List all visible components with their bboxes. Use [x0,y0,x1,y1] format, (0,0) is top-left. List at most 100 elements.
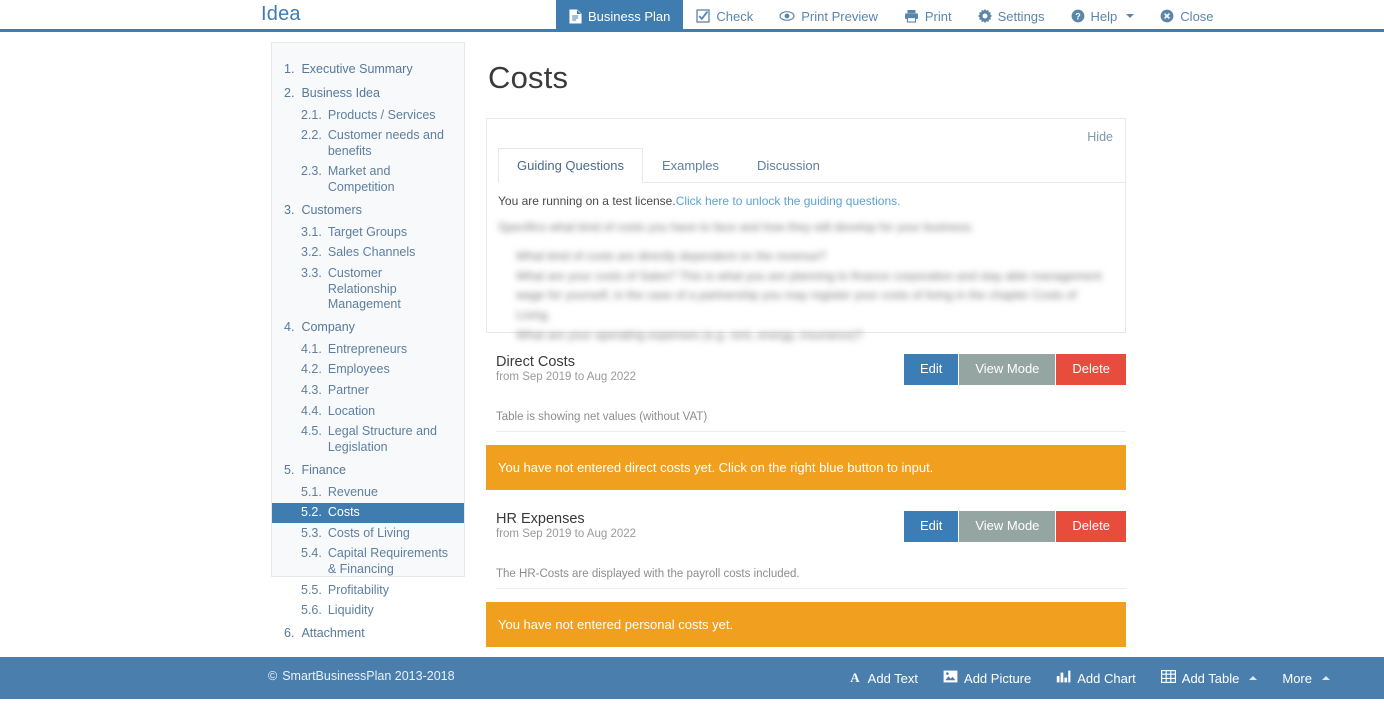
sidebar-item-attachment[interactable]: 6.Attachment [272,621,464,645]
section-hr-expenses: HR Expenses from Sep 2019 to Aug 2022 Ed… [486,511,1126,647]
add-picture-button[interactable]: Add Picture [943,670,1031,686]
add-text-label: Add Text [868,671,918,686]
chevron-up-icon [1249,676,1257,680]
nav-label-close: Close [1180,9,1213,24]
app-brand-title: Idea [261,3,301,26]
tab-examples[interactable]: Examples [643,148,738,183]
toc-label: Customer Relationship Management [328,266,454,313]
sidebar-item-costs[interactable]: 5.2.Costs [272,503,464,524]
view-mode-button-hr-expenses[interactable]: View Mode [959,511,1055,542]
main-nav-menu: Business Plan Check Print Preview Print [556,0,1227,32]
toc-label: Capital Requirements & Financing [328,546,454,577]
sidebar-item-entrepreneurs[interactable]: 4.1.Entrepreneurs [272,339,464,360]
toc-number: 2. [284,86,294,100]
toc-number: 4.2. [301,362,322,378]
nav-item-settings[interactable]: Settings [965,0,1058,32]
nav-item-check[interactable]: Check [683,0,766,32]
sidebar-item-products-services[interactable]: 2.1.Products / Services [272,105,464,126]
sidebar-item-revenue[interactable]: 5.1.Revenue [272,482,464,503]
toc-label: Attachment [301,626,454,640]
toc-number: 5.5. [301,583,322,599]
copyright-text: SmartBusinessPlan 2013-2018 [282,669,454,683]
toc-label: Costs [328,505,454,521]
nav-item-print[interactable]: Print [891,0,965,32]
section-header: HR Expenses from Sep 2019 to Aug 2022 Ed… [486,511,1126,557]
sidebar-item-profitability[interactable]: 5.5.Profitability [272,580,464,601]
toc-label: Customers [301,203,454,217]
guiding-tabs: Guiding Questions Examples Discussion [498,148,1125,183]
sidebar-item-customer-relationship-management[interactable]: 3.3.Customer Relationship Management [272,263,464,315]
nav-item-print-preview[interactable]: Print Preview [766,0,891,32]
nav-label-print-preview: Print Preview [801,9,878,24]
view-mode-button-direct-costs[interactable]: View Mode [959,354,1055,385]
nav-item-business-plan[interactable]: Business Plan [556,0,683,32]
add-table-label: Add Table [1182,671,1240,686]
toc-label: Liquidity [328,603,454,619]
sidebar-item-legal-structure-and-legislation[interactable]: 4.5.Legal Structure and Legislation [272,422,464,458]
nav-item-help[interactable]: ? Help [1058,0,1148,32]
sidebar-item-business-idea[interactable]: 2. Business Idea [272,81,464,105]
svg-text:?: ? [1075,11,1081,21]
toc-number: 3.2. [301,245,322,261]
close-circle-icon [1160,9,1174,23]
delete-button-direct-costs[interactable]: Delete [1056,354,1126,385]
edit-button-direct-costs[interactable]: Edit [904,354,958,385]
nav-label-check: Check [716,9,753,24]
chevron-down-icon [1126,14,1134,18]
license-notice: You are running on a test license.Click … [487,183,1125,208]
sidebar-item-customers[interactable]: 3.Customers [272,198,464,222]
locked-guiding-content: Specifics what kind of costs you have to… [487,208,1125,346]
sidebar-item-capital-requirements-financing[interactable]: 5.4.Capital Requirements & Financing [272,544,464,580]
toc-label: Legal Structure and Legislation [328,424,454,455]
hide-link[interactable]: Hide [1087,130,1113,144]
toc-label: Location [328,404,454,420]
tab-guiding-questions[interactable]: Guiding Questions [498,148,643,183]
add-text-button[interactable]: A Add Text [848,670,918,687]
section-button-group: Edit View Mode Delete [904,354,1126,385]
add-chart-button[interactable]: Add Chart [1056,670,1136,686]
sidebar-toc: 1.Executive Summary 2. Business Idea 2.1.Pr… [271,42,465,577]
toc-label: Products / Services [328,108,454,124]
more-button[interactable]: More [1282,671,1330,686]
sidebar-item-market-and-competition[interactable]: 2.3.Market and Competition [272,162,464,198]
sidebar-item-company[interactable]: 4.Company [272,315,464,339]
tab-discussion[interactable]: Discussion [738,148,839,183]
main-content: Costs Hide Guiding Questions Examples Di… [486,42,1126,662]
footer-toolbar: © SmartBusinessPlan 2013-2018 A Add Text… [0,657,1384,699]
bar-chart-icon [1056,670,1071,686]
edit-button-hr-expenses[interactable]: Edit [904,511,958,542]
add-table-button[interactable]: Add Table [1161,670,1258,686]
more-label: More [1282,671,1312,686]
toc-number: 4. [284,320,294,334]
toc-label: Business Idea [301,86,454,100]
sidebar-item-target-groups[interactable]: 3.1.Target Groups [272,222,464,243]
locked-line-1: What kind of costs are directly dependen… [498,247,1111,267]
sidebar-item-executive-summary[interactable]: 1.Executive Summary [272,57,464,81]
add-chart-label: Add Chart [1077,671,1136,686]
section-header: Direct Costs from Sep 2019 to Aug 2022 E… [486,354,1126,400]
nav-item-close[interactable]: Close [1147,0,1226,32]
sidebar-item-customer-needs-and-benefits[interactable]: 2.2.Customer needs and benefits [272,126,464,162]
sidebar-item-finance[interactable]: 5.Finance [272,458,464,482]
top-header-bar: Idea Business Plan Check Print Preview P… [0,0,1384,32]
locked-line-3: What are your operating expenses (e.g. r… [498,326,1111,346]
printer-icon [904,9,919,23]
sidebar-item-location[interactable]: 4.4.Location [272,401,464,422]
svg-text:A: A [850,670,860,684]
section-direct-costs: Direct Costs from Sep 2019 to Aug 2022 E… [486,354,1126,490]
license-notice-text: You are running on a test license. [498,194,676,208]
toc-list: 1.Executive Summary 2. Business Idea 2.1.Pr… [272,43,464,655]
table-grid-icon [1161,670,1176,686]
checkbox-icon [696,9,710,23]
delete-button-hr-expenses[interactable]: Delete [1056,511,1126,542]
locked-line-2: What are your costs of Sales? This is wh… [498,267,1111,326]
toc-number: 2.2. [301,128,322,159]
sidebar-item-partner[interactable]: 4.3.Partner [272,381,464,402]
sidebar-item-employees[interactable]: 4.2.Employees [272,360,464,381]
sidebar-item-liquidity[interactable]: 5.6.Liquidity [272,601,464,622]
sidebar-item-costs-of-living[interactable]: 5.3.Costs of Living [272,523,464,544]
sidebar-item-sales-channels[interactable]: 3.2.Sales Channels [272,243,464,264]
unlock-guiding-questions-link[interactable]: Click here to unlock the guiding questio… [676,194,901,208]
locked-line-intro: Specifics what kind of costs you have to… [498,218,1111,238]
chevron-up-icon [1322,676,1330,680]
